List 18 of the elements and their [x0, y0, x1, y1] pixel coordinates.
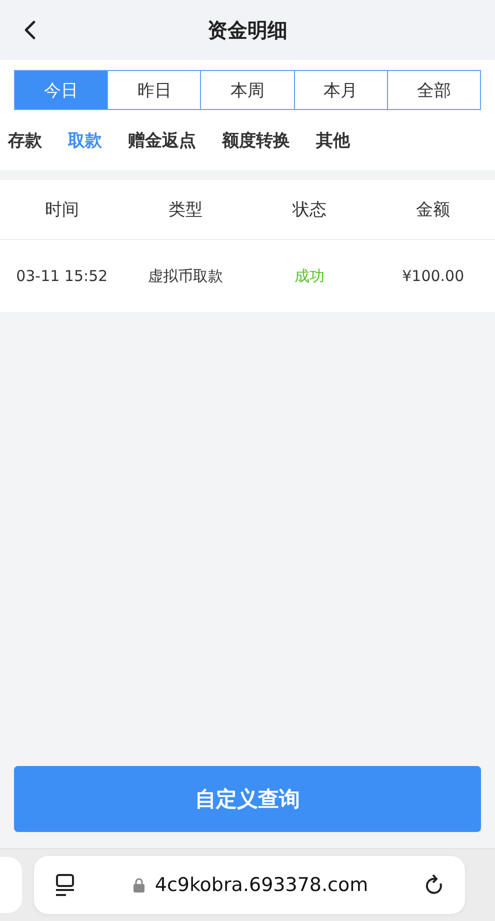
table-cell-text: 虚拟币取款 — [147, 266, 224, 286]
lock-icon — [132, 877, 145, 893]
column-header: 时间 — [44, 199, 80, 221]
page-title: 资金明细 — [208, 16, 288, 44]
status-text: 成功 — [293, 266, 326, 286]
table-cell-text: 03-11 15:52 — [15, 267, 109, 285]
url-text: 4c9kobra.693378.com — [154, 874, 368, 896]
address-bar[interactable]: 4c9kobra.693378.com — [34, 856, 465, 914]
category-tab[interactable]: 存款 — [8, 128, 42, 152]
column-header: 状态 — [291, 199, 328, 221]
category-tab[interactable]: 其他 — [316, 128, 350, 152]
column-header: 金额 — [415, 199, 452, 221]
column-header: 类型 — [168, 199, 204, 221]
table-cell-text: ¥100.00 — [401, 267, 466, 285]
category-tab[interactable]: 赠金返点 — [128, 128, 196, 152]
category-tab[interactable]: 额度转换 — [222, 128, 290, 152]
page-menu-icon[interactable] — [54, 873, 76, 897]
reload-icon[interactable] — [425, 874, 445, 896]
